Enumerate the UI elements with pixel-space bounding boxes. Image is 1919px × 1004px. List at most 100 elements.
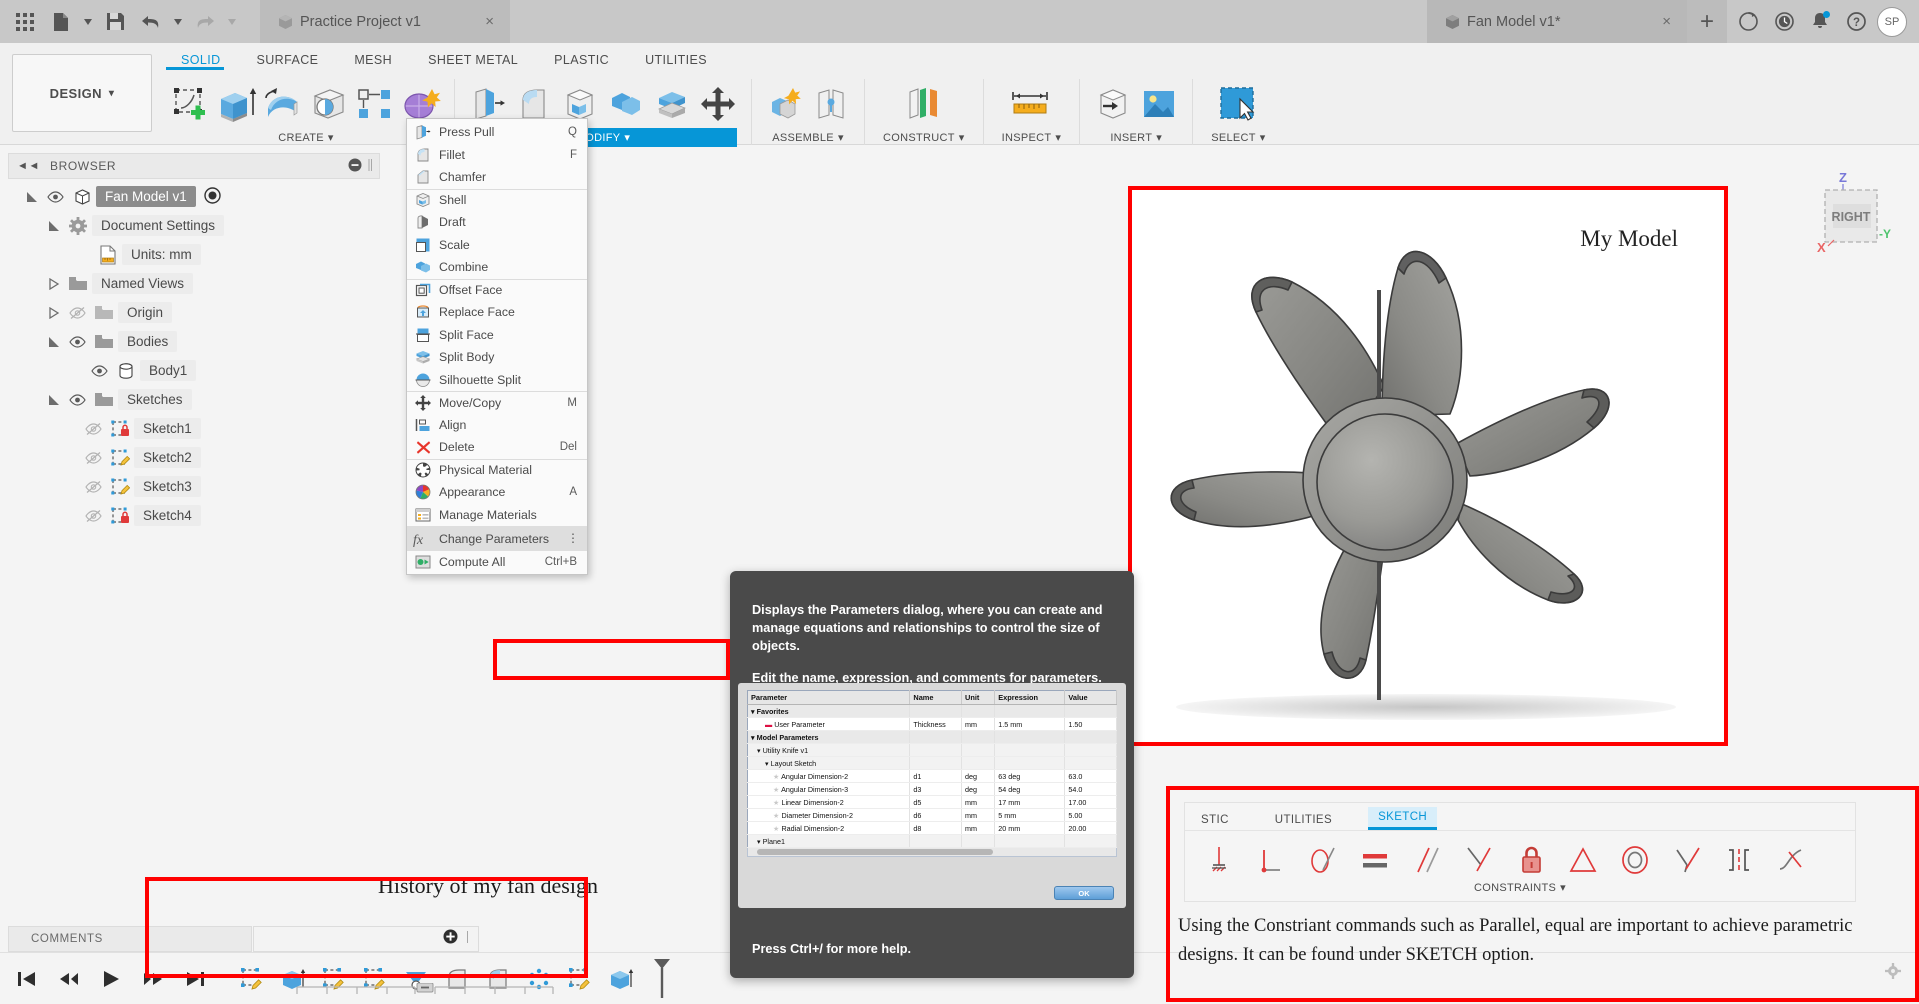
split-body-icon[interactable]	[651, 83, 693, 125]
favorite-star-icon[interactable]: ★	[773, 785, 779, 794]
grid-apps-icon[interactable]	[8, 6, 42, 38]
collapse-left-icon[interactable]: ◄◄	[17, 160, 40, 172]
curvature-constraint-icon[interactable]	[1721, 840, 1757, 880]
move-copy-icon[interactable]	[697, 83, 739, 125]
viewcube[interactable]: Z RIGHT -Y X	[1800, 168, 1900, 258]
offset-plane-icon[interactable]	[901, 83, 947, 125]
redo-icon[interactable]	[188, 6, 222, 38]
jump-end-icon[interactable]	[182, 966, 208, 992]
undo-icon[interactable]	[134, 6, 168, 38]
new-document-tab-button[interactable]: +	[1687, 0, 1727, 43]
tab-utilities[interactable]: UTILITIES	[1265, 810, 1342, 830]
visibility-eye-icon[interactable]	[64, 393, 90, 406]
combine-icon[interactable]	[605, 83, 647, 125]
tab-mesh[interactable]: MESH	[336, 49, 410, 71]
tab-surface[interactable]: SURFACE	[239, 49, 337, 71]
collinear-constraint-icon[interactable]	[1669, 840, 1705, 880]
tree-node-body1[interactable]: Body1	[8, 356, 380, 385]
step-forward-icon[interactable]	[140, 966, 166, 992]
tangent-constraint-icon[interactable]	[1305, 840, 1341, 880]
tree-node-bodies[interactable]: Bodies	[8, 327, 380, 356]
close-icon[interactable]: ×	[1622, 13, 1671, 30]
browser-minimize-icon[interactable]	[348, 158, 362, 175]
panel-label-insert[interactable]: INSERT ▾	[1088, 128, 1184, 147]
window-select-icon[interactable]	[1215, 83, 1261, 125]
parallel-constraint-icon[interactable]	[1409, 840, 1445, 880]
menu-item-appearance[interactable]: Appearance A	[407, 481, 587, 504]
tree-node-units[interactable]: Units: mm	[8, 240, 380, 269]
visibility-hidden-icon[interactable]	[80, 451, 106, 465]
menu-item-draft[interactable]: Draft	[407, 211, 587, 234]
panel-label-select[interactable]: SELECT ▾	[1201, 128, 1275, 147]
collapse-arrow-icon[interactable]	[44, 306, 64, 319]
menu-item-silhouette-split[interactable]: Silhouette Split	[407, 369, 587, 392]
document-tab-practice-project[interactable]: Practice Project v1 ×	[260, 0, 510, 43]
menu-item-manage-materials[interactable]: Manage Materials	[407, 504, 587, 527]
canvas-image-icon[interactable]	[1138, 83, 1180, 125]
menu-item-change-parameters[interactable]: fx Change Parameters ⋮	[407, 526, 587, 551]
jump-start-icon[interactable]	[14, 966, 40, 992]
menu-item-press-pull[interactable]: Press Pull Q	[407, 121, 587, 144]
panel-label-construct[interactable]: CONSTRUCT ▾	[873, 128, 975, 147]
menu-item-move-copy[interactable]: Move/Copy M	[407, 391, 587, 414]
tree-node-sketch4[interactable]: Sketch4	[8, 501, 380, 530]
panel-label-constraints[interactable]: CONSTRAINTS ▾	[1185, 881, 1855, 894]
favorite-star-icon[interactable]: ★	[773, 798, 779, 807]
browser-resize-handle[interactable]	[367, 158, 373, 175]
panel-label-inspect[interactable]: INSPECT ▾	[992, 128, 1072, 147]
expand-arrow-icon[interactable]	[44, 336, 64, 348]
coincident-constraint-icon[interactable]	[1773, 840, 1809, 880]
tree-node-fan-model[interactable]: Fan Model v1	[8, 182, 380, 211]
menu-item-shell[interactable]: Shell	[407, 188, 587, 212]
visibility-eye-icon[interactable]	[64, 335, 90, 348]
overflow-menu-icon[interactable]: ⋮	[567, 532, 581, 544]
tree-node-sketch1[interactable]: Sketch1	[8, 414, 380, 443]
favorite-star-icon[interactable]: ★	[773, 811, 779, 820]
undo-dropdown-caret-icon[interactable]	[170, 6, 186, 38]
menu-item-offset-face[interactable]: Offset Face	[407, 278, 587, 302]
expand-arrow-icon[interactable]	[22, 191, 42, 203]
tree-node-named-views[interactable]: Named Views	[8, 269, 380, 298]
expand-arrow-icon[interactable]	[44, 220, 64, 232]
visibility-eye-icon[interactable]	[86, 364, 112, 377]
tab-sketch[interactable]: SKETCH	[1368, 807, 1438, 830]
tree-node-sketch2[interactable]: Sketch2	[8, 443, 380, 472]
new-file-dropdown-caret-icon[interactable]	[80, 6, 96, 38]
favorite-star-icon[interactable]: ★	[773, 824, 779, 833]
redo-dropdown-caret-icon[interactable]	[224, 6, 240, 38]
scrollbar-thumb[interactable]	[757, 849, 993, 855]
tree-node-sketch3[interactable]: Sketch3	[8, 472, 380, 501]
fan-model-3d[interactable]	[1132, 190, 1724, 742]
timeline-end-marker-icon[interactable]	[644, 958, 680, 998]
menu-item-fillet[interactable]: Fillet F	[407, 144, 587, 167]
notifications-icon[interactable]	[1805, 7, 1835, 37]
menu-item-replace-face[interactable]: Replace Face	[407, 301, 587, 324]
menu-item-delete[interactable]: Delete Del	[407, 436, 587, 459]
favorite-star-icon[interactable]: ★	[773, 772, 779, 781]
collapse-arrow-icon[interactable]	[44, 277, 64, 290]
tab-sheet-metal[interactable]: SHEET METAL	[410, 49, 536, 71]
add-timeline-marker-icon[interactable]	[443, 929, 458, 949]
job-status-icon[interactable]	[1733, 7, 1763, 37]
close-icon[interactable]: ×	[445, 13, 494, 30]
joint-icon[interactable]	[810, 83, 852, 125]
timeline-slider-track[interactable]	[295, 983, 555, 997]
save-icon[interactable]	[98, 6, 132, 38]
visibility-hidden-icon[interactable]	[64, 306, 90, 320]
help-icon[interactable]: ?	[1841, 7, 1871, 37]
panel-label-create[interactable]: CREATE ▾	[166, 128, 446, 147]
concentric-constraint-icon[interactable]	[1617, 840, 1653, 880]
recent-icon[interactable]	[1769, 7, 1799, 37]
create-sketch-icon[interactable]	[170, 83, 212, 125]
revolve-icon[interactable]	[262, 83, 304, 125]
new-file-icon[interactable]	[44, 6, 78, 38]
expand-arrow-icon[interactable]	[44, 394, 64, 406]
tab-plastic-partial[interactable]: STIC	[1191, 810, 1239, 830]
step-back-icon[interactable]	[56, 966, 82, 992]
insert-derive-icon[interactable]	[1092, 83, 1134, 125]
timeline-resize-handle[interactable]	[465, 930, 470, 949]
workspace-switcher-design[interactable]: DESIGN ▾	[12, 54, 152, 132]
timeline-item-sketch-4[interactable]	[562, 961, 598, 997]
visibility-hidden-icon[interactable]	[80, 480, 106, 494]
extrude-icon[interactable]	[216, 83, 258, 125]
